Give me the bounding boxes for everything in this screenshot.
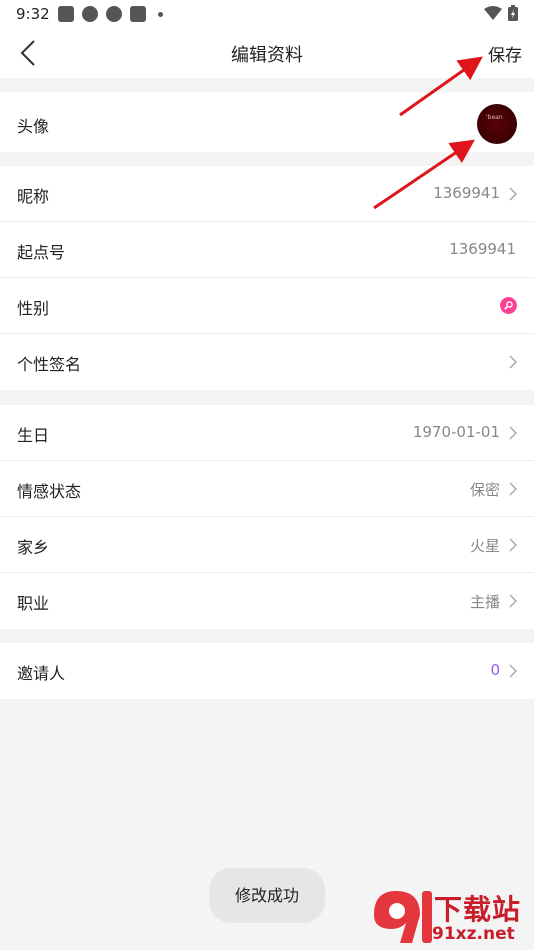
app-header: 编辑资料 保存: [0, 28, 534, 78]
invite-section: 邀请人 0: [0, 643, 534, 699]
chevron-right-icon: [509, 482, 518, 496]
birthday-label: 生日: [17, 426, 50, 445]
hometown-value: 火星: [469, 537, 500, 555]
qidian-id-row: 起点号 1369941: [0, 222, 534, 278]
chevron-right-icon: [509, 538, 518, 552]
status-time: 9:32: [16, 5, 50, 23]
wifi-icon: [484, 6, 502, 20]
signature-row[interactable]: 个性签名: [0, 334, 534, 390]
female-gender-icon: [500, 297, 517, 314]
detail-section: 生日 1970-01-01 情感状态 保密 家乡 火星 职业 主播: [0, 405, 534, 629]
more-notifications-icon: [158, 11, 163, 17]
app-notification-icon: [58, 6, 74, 22]
inviter-value: 0: [490, 661, 500, 679]
qidian-id-label: 起点号: [17, 243, 66, 262]
nickname-label: 昵称: [17, 187, 50, 206]
inviter-label: 邀请人: [17, 664, 66, 683]
birthday-value: 1970-01-01: [412, 423, 500, 441]
hometown-row[interactable]: 家乡 火星: [0, 517, 534, 573]
relationship-value: 保密: [469, 481, 500, 499]
success-toast: 修改成功: [209, 868, 325, 923]
inviter-row[interactable]: 邀请人 0: [0, 643, 534, 699]
nickname-value: 1369941: [433, 184, 500, 202]
watermark-url: 91xz.net: [432, 924, 515, 944]
battery-icon: [508, 5, 518, 21]
gender-row[interactable]: 性别: [0, 278, 534, 334]
qidian-id-value: 1369941: [449, 240, 516, 258]
chevron-right-icon: [509, 594, 518, 608]
page-title: 编辑资料: [231, 45, 303, 66]
chevron-right-icon: [509, 355, 518, 369]
watermark-title: 下载站: [434, 893, 522, 926]
relationship-row[interactable]: 情感状态 保密: [0, 461, 534, 517]
avatar-section: 头像 'bean: [0, 92, 534, 152]
relationship-label: 情感状态: [17, 482, 82, 501]
sync-notification-icon: [82, 6, 98, 22]
hometown-label: 家乡: [17, 538, 50, 557]
occupation-value: 主播: [469, 593, 500, 611]
status-bar: 9:32: [0, 0, 534, 28]
avatar-row[interactable]: 头像 'bean: [0, 92, 534, 152]
profile-section: 昵称 1369941 起点号 1369941 性别 个性签名: [0, 166, 534, 390]
avatar-logo-text: 'bean: [486, 114, 503, 121]
avatar-label: 头像: [17, 117, 50, 136]
save-button[interactable]: 保存: [488, 41, 522, 66]
notification-icons: [58, 6, 163, 22]
gender-label: 性别: [17, 299, 50, 318]
chevron-right-icon: [509, 187, 518, 201]
birthday-row[interactable]: 生日 1970-01-01: [0, 405, 534, 461]
app-notification-icon: [130, 6, 146, 22]
occupation-row[interactable]: 职业 主播: [0, 573, 534, 629]
chevron-right-icon: [509, 664, 518, 678]
chevron-right-icon: [509, 426, 518, 440]
nickname-row[interactable]: 昵称 1369941: [0, 166, 534, 222]
system-icons: [484, 5, 518, 21]
sync-notification-icon: [106, 6, 122, 22]
occupation-label: 职业: [17, 594, 50, 613]
avatar[interactable]: 'bean: [477, 104, 517, 144]
signature-label: 个性签名: [17, 355, 82, 374]
